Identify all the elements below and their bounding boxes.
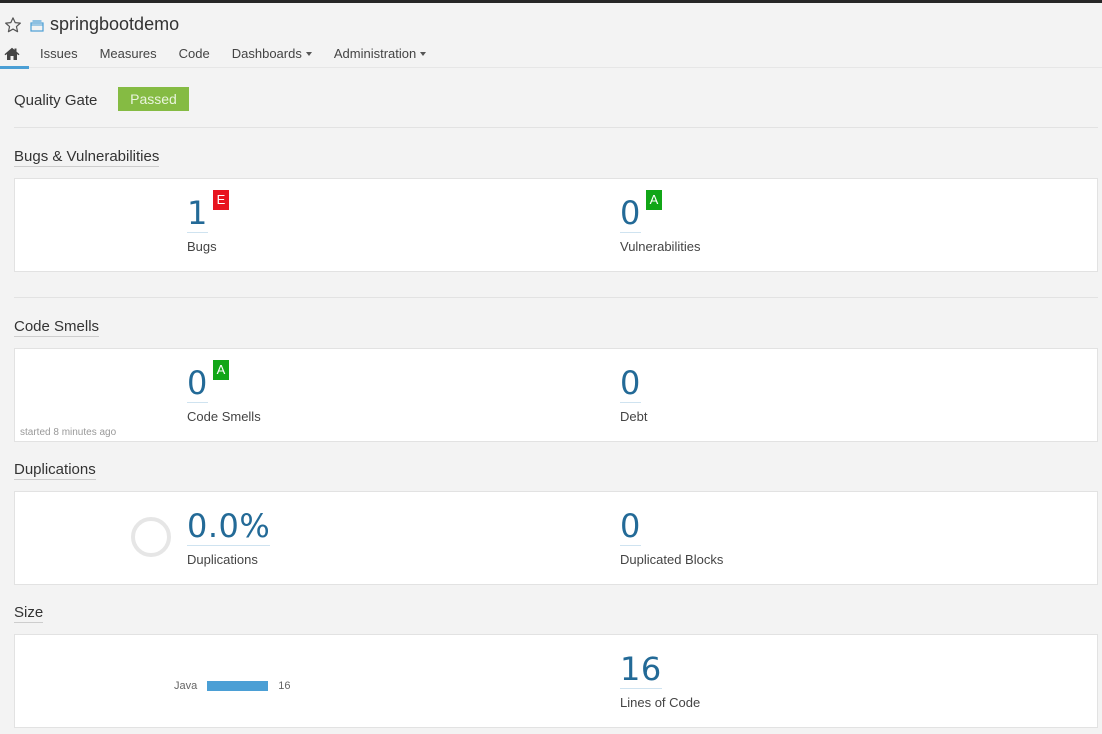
section-title-bugs-vulnerabilities[interactable]: Bugs & Vulnerabilities xyxy=(14,148,160,167)
language-bar xyxy=(207,681,269,691)
section-title-size[interactable]: Size xyxy=(14,604,44,623)
bugs-vulnerabilities-panel: 1 E Bugs 0 A Vulnerabilities xyxy=(14,178,1098,272)
duplications-panel: 0.0% Duplications 0 Duplicated Blocks xyxy=(14,491,1098,585)
debt-label: Debt xyxy=(620,409,648,424)
duplications-label: Duplications xyxy=(187,552,258,567)
language-name: Java xyxy=(174,680,198,692)
project-nav: Issues Measures Code Dashboards Administ… xyxy=(0,43,437,69)
project-icon xyxy=(30,19,44,32)
nav-issues-label: Issues xyxy=(40,46,78,61)
vulnerabilities-rating-badge[interactable]: A xyxy=(646,190,662,210)
size-panel: Java 16 16 Lines of Code xyxy=(14,634,1098,728)
project-title-row: springbootdemo xyxy=(4,14,179,35)
nav-administration-dropdown[interactable]: Administration xyxy=(323,43,437,68)
section-divider xyxy=(14,297,1098,298)
home-icon xyxy=(4,47,20,64)
section-title-code-smells[interactable]: Code Smells xyxy=(14,318,100,337)
section-title-duplications[interactable]: Duplications xyxy=(14,461,96,480)
nav-dashboards-label: Dashboards xyxy=(231,46,302,61)
duplications-donut-chart xyxy=(131,517,171,557)
code-smells-value[interactable]: 0 xyxy=(187,366,208,403)
vulnerabilities-label: Vulnerabilities xyxy=(620,239,701,254)
lines-of-code-label: Lines of Code xyxy=(620,695,701,710)
debt-value[interactable]: 0 xyxy=(620,366,641,403)
overview-content: Quality Gate Passed Bugs & Vulnerabiliti… xyxy=(14,68,1098,728)
lines-of-code-measure: 16 Lines of Code xyxy=(620,652,700,710)
quality-gate-label: Quality Gate xyxy=(14,92,98,109)
nav-home[interactable] xyxy=(0,43,29,69)
bugs-measure: 1 E Bugs xyxy=(187,190,229,254)
caret-down-icon xyxy=(305,52,312,56)
nav-administration-label: Administration xyxy=(333,46,417,61)
debt-measure: 0 Debt xyxy=(620,366,647,424)
lines-of-code-value[interactable]: 16 xyxy=(620,652,662,689)
duplications-value[interactable]: 0.0% xyxy=(187,509,271,546)
code-smells-label: Code Smells xyxy=(187,409,261,424)
language-distribution-row: Java 16 xyxy=(174,680,291,692)
nav-issues[interactable]: Issues xyxy=(29,43,89,68)
nav-dashboards-dropdown[interactable]: Dashboards xyxy=(221,43,323,68)
bugs-rating-badge[interactable]: E xyxy=(213,190,229,210)
project-header: springbootdemo Issues Measures Code Dash… xyxy=(0,3,1102,69)
nav-measures[interactable]: Measures xyxy=(89,43,168,68)
star-outline-icon[interactable] xyxy=(4,16,22,34)
code-smells-rating-badge[interactable]: A xyxy=(213,360,229,380)
nav-measures-label: Measures xyxy=(99,46,157,61)
duplicated-blocks-value[interactable]: 0 xyxy=(620,509,641,546)
language-value: 16 xyxy=(278,680,291,692)
project-name[interactable]: springbootdemo xyxy=(50,14,179,35)
nav-code-label: Code xyxy=(178,46,210,61)
code-smells-panel: 0 A Code Smells 0 Debt started 8 minutes… xyxy=(14,348,1098,442)
code-smells-measure: 0 A Code Smells xyxy=(187,360,261,424)
bugs-value[interactable]: 1 xyxy=(187,196,208,233)
bugs-label: Bugs xyxy=(187,239,217,254)
caret-down-icon xyxy=(420,52,427,56)
duplicated-blocks-measure: 0 Duplicated Blocks xyxy=(620,509,723,567)
duplicated-blocks-label: Duplicated Blocks xyxy=(620,552,724,567)
vulnerabilities-measure: 0 A Vulnerabilities xyxy=(620,190,701,254)
vulnerabilities-value[interactable]: 0 xyxy=(620,196,641,233)
duplications-measure: 0.0% Duplications xyxy=(187,509,271,567)
quality-gate-row: Quality Gate Passed xyxy=(14,68,1098,128)
quality-gate-status-badge[interactable]: Passed xyxy=(118,87,189,111)
nav-code[interactable]: Code xyxy=(168,43,221,68)
analysis-started-text: started 8 minutes ago xyxy=(20,427,117,438)
